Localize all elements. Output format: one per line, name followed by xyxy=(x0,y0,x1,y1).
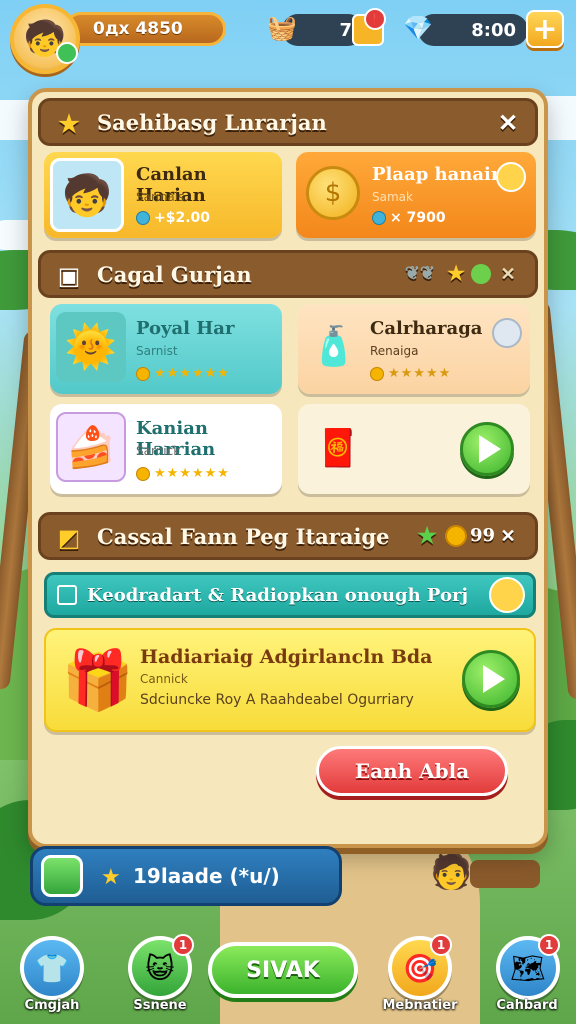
stars-text: ★★★★★★ xyxy=(154,466,230,481)
section-header-3: ◩ Cassal Fann Peg Itaraige ★ 99 ✕ xyxy=(38,512,538,560)
coin-tag-icon xyxy=(496,162,526,192)
nav-alert-badge: 1 xyxy=(538,934,560,956)
nav-label: Mebnatier xyxy=(382,998,458,1013)
task-card-sun[interactable]: 🌞 Poyal Har Sarnist ★★★★★★ xyxy=(50,304,282,394)
sun-icon: 🌞 xyxy=(56,312,126,382)
potion-bottle-icon: 🧴 xyxy=(310,323,358,368)
earn-button[interactable]: Eanh Abla xyxy=(316,746,508,796)
promo-banner[interactable]: Keodradart & Radiopkan onough Porj xyxy=(44,572,536,618)
start-button[interactable]: SIVAK xyxy=(208,942,358,998)
bottom-info-strip[interactable]: ★ 19laade (*u/) xyxy=(30,846,342,906)
villager-character-icon: 🧑 xyxy=(430,852,473,892)
coin-tag-icon xyxy=(489,577,525,613)
nav-label: Cahbard xyxy=(496,998,558,1013)
featured-value-text: × 7900 xyxy=(390,210,446,226)
coin-count: 99 xyxy=(469,525,495,546)
nav-label: Ssnene xyxy=(133,998,187,1013)
chart-icon xyxy=(41,855,83,897)
offer-sub: Cannick xyxy=(140,672,188,686)
gold-coin-icon: $ xyxy=(306,166,360,220)
resource-a-value: 7 xyxy=(339,19,352,41)
featured-card-coins[interactable]: $ Plaap hanain Samak × 7900 xyxy=(296,152,536,238)
featured-value-text: +$2.00 xyxy=(154,210,211,226)
cake-icon: 🍰 xyxy=(56,412,126,482)
gem-icon: 💎 xyxy=(403,14,433,42)
nav-alert-badge: 1 xyxy=(430,934,452,956)
offer-description: Sdciuncke Roy A Raahdeabel Ogurriary xyxy=(140,692,414,708)
task-card-sub: Renaiga xyxy=(370,344,419,358)
play-icon xyxy=(479,435,501,463)
seed-bag-icon: 🧺 xyxy=(267,14,297,42)
featured-card-sub: Sarmais xyxy=(136,190,185,204)
play-button[interactable] xyxy=(460,422,514,476)
task-card-stars: ★★★★★★ xyxy=(136,466,230,481)
red-scroll-icon: 🧧 xyxy=(315,428,361,469)
offer-card[interactable]: 🎁 Hadiariaig Adgirlancln Bda Cannick Sdc… xyxy=(44,628,536,732)
add-resource-button[interactable]: + xyxy=(526,10,564,48)
hero-portrait-icon: 🧒 xyxy=(50,158,124,232)
feather-icon xyxy=(492,318,522,348)
task-card-scroll[interactable]: 🧧 xyxy=(298,404,530,494)
featured-card-value: × 7900 xyxy=(372,210,446,226)
promo-banner-text: Keodradart & Radiopkan onough Porj xyxy=(87,584,468,606)
task-card-sub: Sarnist xyxy=(136,344,178,358)
task-card-title: Calrharaga xyxy=(370,318,483,339)
panel-title: Saehibasg Lnrarjan xyxy=(97,109,327,135)
section-header-2: ▣ Cagal Gurjan ❦❦ ★ ✕ xyxy=(38,250,538,298)
stars-text: ★★★★★ xyxy=(388,366,452,381)
target-icon: 🎯 xyxy=(402,951,438,985)
stars-text: ★★★★★★ xyxy=(154,366,230,381)
nav-button-home[interactable]: 👕 xyxy=(20,936,84,1000)
gift-box-icon: 🎁 xyxy=(61,645,135,714)
star-icon: ★ xyxy=(58,108,80,138)
featured-card-title: Plaap hanain xyxy=(372,164,504,185)
coin-counter: 0дх 4850 xyxy=(64,12,226,46)
featured-card-value: +$2.00 xyxy=(136,210,210,226)
top-hud: 0дх 4850 🧒 7 🧺 ❗ 8:00 💎 + xyxy=(0,0,576,74)
task-card-stars: ★★★★★ xyxy=(370,366,451,381)
flag-icon: ◩ xyxy=(57,522,81,552)
bottom-strip-text: 19laade (*u/) xyxy=(133,864,280,888)
featured-card-sub: Samak xyxy=(372,190,413,204)
play-button[interactable] xyxy=(462,650,520,708)
calendar-icon: ▣ xyxy=(57,260,81,290)
nav-label: Cmgjah xyxy=(24,998,80,1013)
leaf-icon: ❦❦ xyxy=(404,263,435,284)
task-card-potion[interactable]: 🧴 Calrharaga Renaiga ★★★★★ xyxy=(298,304,530,394)
checkbox-icon xyxy=(57,585,77,605)
gift-alert-badge: ❗ xyxy=(364,8,386,30)
task-card-stars: ★★★★★★ xyxy=(136,366,230,381)
avatar-level-badge xyxy=(56,42,78,64)
coin-icon xyxy=(445,525,467,547)
gem-icon xyxy=(471,264,491,284)
shirt-icon: 👕 xyxy=(34,951,70,985)
panel-header: ★ Saehibasg Lnrarjan ✕ xyxy=(38,98,538,146)
play-icon xyxy=(483,665,505,693)
coin-amount: 0дх 4850 xyxy=(93,19,183,39)
task-card-sub: Sarnick xyxy=(136,444,181,458)
featured-card-daily[interactable]: 🧒 Canlan Harian Sarmais +$2.00 xyxy=(44,152,282,238)
star-icon: ★ xyxy=(101,865,121,890)
star-icon: ★ xyxy=(417,523,437,549)
close-icon[interactable]: ✕ xyxy=(493,521,523,551)
map-icon: 🗺 xyxy=(510,951,546,985)
section-3-title: Cassal Fann Peg Itaraige xyxy=(97,523,390,549)
resource-c-value: 8:00 xyxy=(471,19,516,41)
close-icon[interactable]: ✕ xyxy=(493,107,523,137)
close-icon[interactable]: ✕ xyxy=(493,259,523,289)
face-icon: 😺 xyxy=(145,951,175,985)
section-2-title: Cagal Gurjan xyxy=(97,261,252,287)
daily-tasks-panel: ★ Saehibasg Lnrarjan ✕ 🧒 Canlan Harian S… xyxy=(28,88,548,848)
star-icon: ★ xyxy=(447,261,465,285)
task-card-title: Poyal Har xyxy=(136,318,235,339)
task-card-cake[interactable]: 🍰 Kanian Harrian Sarnick ★★★★★★ xyxy=(50,404,282,494)
wooden-table xyxy=(470,860,540,888)
nav-alert-badge: 1 xyxy=(172,934,194,956)
player-avatar[interactable]: 🧒 xyxy=(10,4,80,74)
offer-title: Hadiariaig Adgirlancln Bda xyxy=(140,646,433,668)
